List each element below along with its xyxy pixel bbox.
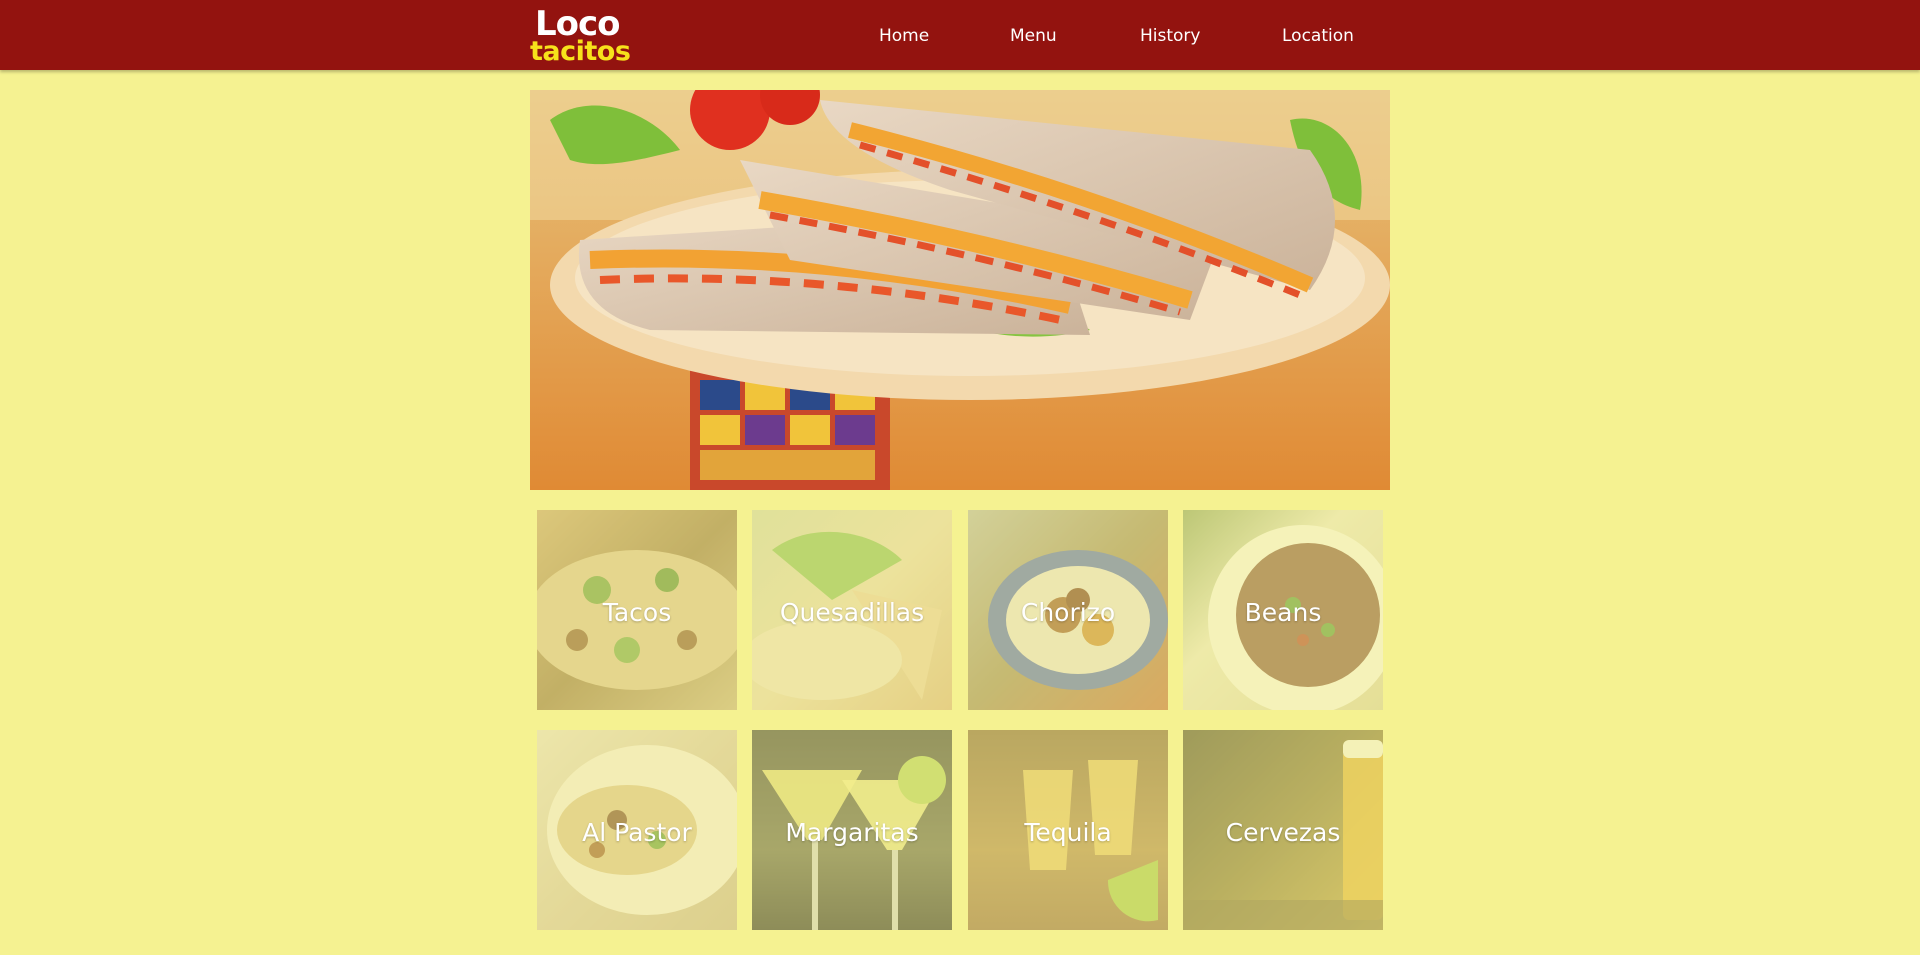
tile-label: Beans [1244,598,1322,627]
menu-tile-margaritas[interactable]: Margaritas [752,730,952,930]
tile-label: Margaritas [785,818,919,847]
hero-quesadilla-image [530,90,1390,490]
tile-label: Al Pastor [582,818,692,847]
nav-history-link[interactable]: History [1140,26,1200,46]
top-navigation-bar: Loco tacitos Home Menu History Location [0,0,1920,70]
menu-tile-tacos[interactable]: Tacos [537,510,737,710]
menu-tile-cervezas[interactable]: Cervezas [1183,730,1383,930]
tile-label: Tacos [602,598,672,627]
menu-tile-chorizo[interactable]: Chorizo [968,510,1168,710]
nav-location-link[interactable]: Location [1282,26,1354,46]
menu-tile-quesadillas[interactable]: Quesadillas [752,510,952,710]
hero-illustration [530,90,1390,490]
menu-tile-beans[interactable]: Beans [1183,510,1383,710]
tile-label: Chorizo [1020,598,1116,627]
menu-tile-tequila[interactable]: Tequila [968,730,1168,930]
nav-menu-link[interactable]: Menu [1010,26,1057,46]
nav-home-link[interactable]: Home [879,26,929,46]
tile-label: Quesadillas [779,598,925,627]
tile-label: Cervezas [1225,818,1341,847]
menu-tile-al-pastor[interactable]: Al Pastor [537,730,737,930]
tile-label: Tequila [1024,818,1112,847]
main-nav: Home Menu History Location [0,0,1920,70]
